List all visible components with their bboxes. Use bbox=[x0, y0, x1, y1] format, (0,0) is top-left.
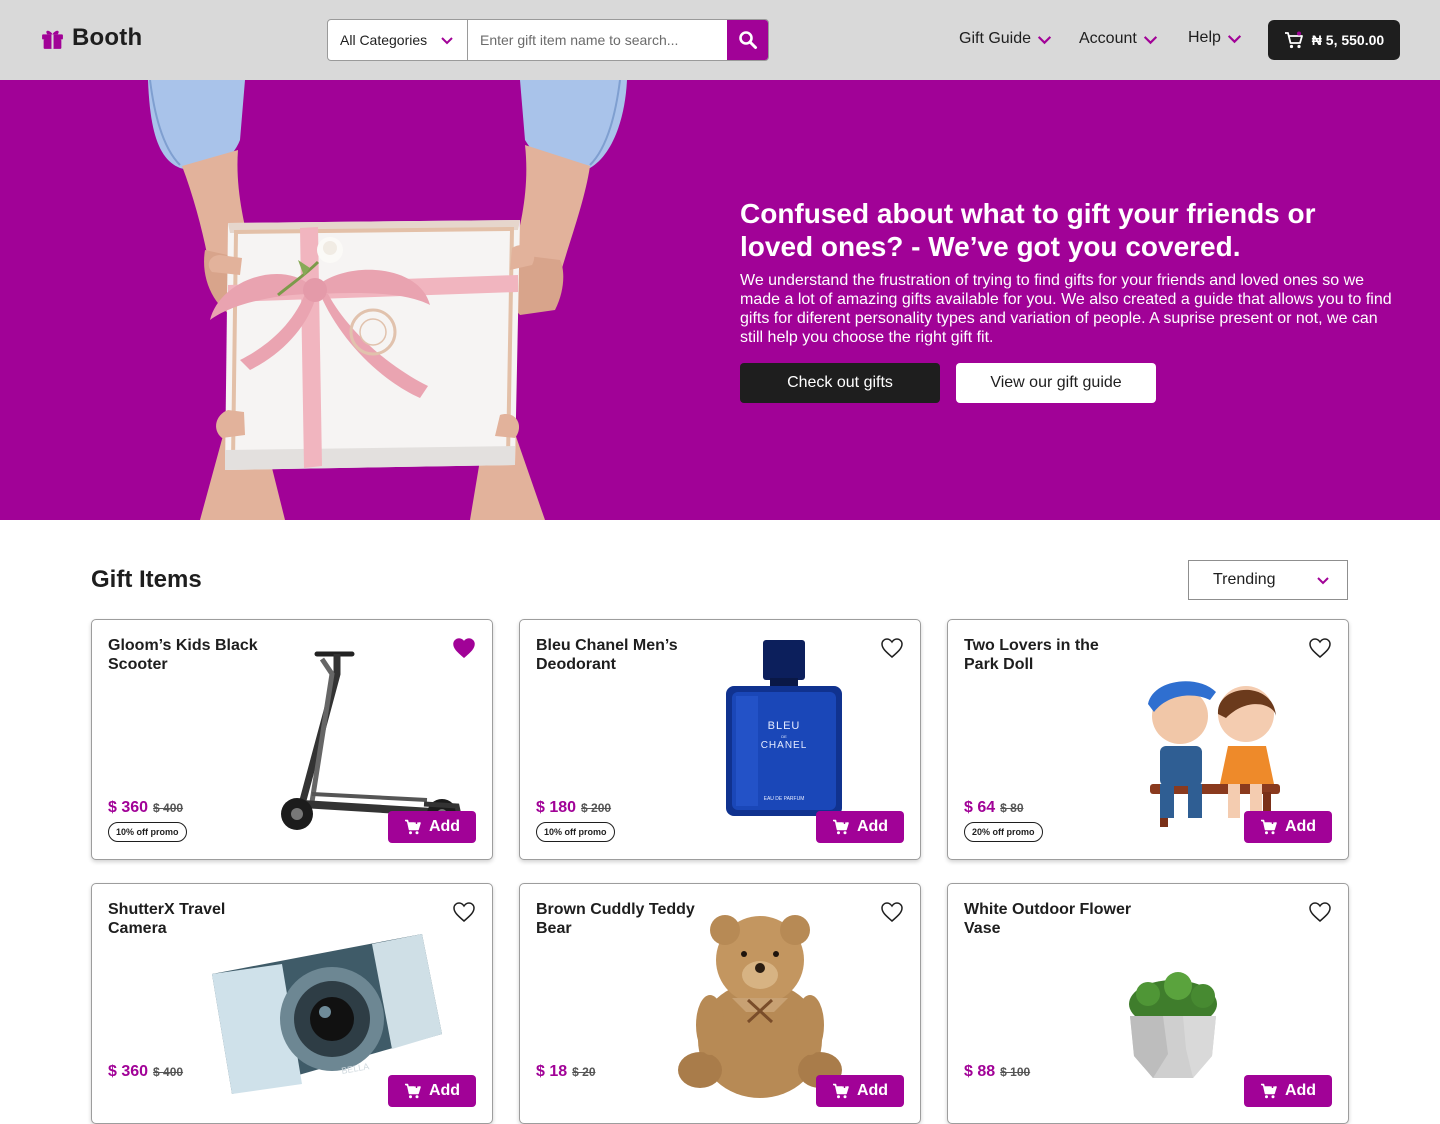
product-title: Gloom’s Kids Black Scooter bbox=[108, 637, 258, 673]
add-to-cart-icon bbox=[1260, 819, 1277, 835]
add-button-label: Add bbox=[856, 1082, 889, 1099]
search-icon bbox=[738, 31, 757, 49]
nav-gift-guide-label: Gift Guide bbox=[959, 30, 1032, 47]
add-button-label: Add bbox=[1284, 1082, 1317, 1099]
price-row: $ 360 $ 400 bbox=[108, 799, 183, 817]
add-to-cart-button[interactable]: Add bbox=[1244, 811, 1332, 843]
heart-icon[interactable] bbox=[880, 636, 904, 660]
product-old-price: $ 400 bbox=[153, 1065, 184, 1079]
product-card[interactable]: White Outdoor Flower Vase $ 88 $ 100 Add bbox=[947, 883, 1349, 1124]
promo-badge: 10% off promo bbox=[108, 822, 187, 842]
price-row: $ 88 $ 100 bbox=[964, 1063, 1030, 1081]
heart-icon[interactable] bbox=[1308, 900, 1332, 924]
cart-total: ₦ 5, 550.00 bbox=[1311, 32, 1385, 48]
product-price: $ 18 bbox=[536, 1063, 568, 1080]
check-out-gifts-button[interactable]: Check out gifts bbox=[740, 363, 940, 403]
add-button-label: Add bbox=[428, 1082, 461, 1099]
heart-icon[interactable] bbox=[452, 636, 476, 660]
add-button-label: Add bbox=[428, 818, 461, 835]
nav-help-label: Help bbox=[1188, 29, 1221, 46]
category-select-value: All Categories bbox=[340, 32, 428, 48]
product-price: $ 64 bbox=[964, 799, 996, 816]
add-to-cart-button[interactable]: Add bbox=[816, 811, 904, 843]
price-row: $ 360 $ 400 bbox=[108, 1063, 183, 1081]
sort-select-value: Trending bbox=[1213, 571, 1276, 588]
add-to-cart-icon bbox=[404, 819, 421, 835]
product-old-price: $ 200 bbox=[581, 801, 612, 815]
perfume-label-bleu: BLEU bbox=[768, 720, 801, 732]
hero-banner: Confused about what to gift your friends… bbox=[0, 80, 1440, 520]
product-price: $ 360 bbox=[108, 1063, 149, 1080]
promo-badge: 20% off promo bbox=[964, 822, 1043, 842]
heart-icon[interactable] bbox=[1308, 636, 1332, 660]
product-card[interactable]: Two Lovers in the Park Doll $ 64 $ 80 20… bbox=[947, 619, 1349, 860]
sort-select[interactable]: Trending bbox=[1188, 560, 1348, 600]
price-row: $ 64 $ 80 bbox=[964, 799, 1024, 817]
chevron-down-icon bbox=[1037, 35, 1052, 44]
product-price: $ 360 bbox=[108, 799, 149, 816]
heart-icon[interactable] bbox=[452, 900, 476, 924]
product-price: $ 180 bbox=[536, 799, 577, 816]
chevron-down-icon bbox=[1143, 35, 1157, 44]
perfume-label-de: DE bbox=[781, 734, 787, 739]
add-button-label: Add bbox=[856, 818, 889, 835]
chevron-down-icon bbox=[1227, 34, 1242, 43]
perfume-label-chanel: CHANEL bbox=[761, 740, 808, 751]
product-price: $ 88 bbox=[964, 1063, 996, 1080]
price-row: $ 18 $ 20 bbox=[536, 1063, 596, 1081]
product-card[interactable]: ShutterX Travel Camera BELLA $ 360 $ 400… bbox=[91, 883, 493, 1124]
product-title: White Outdoor Flower Vase bbox=[964, 901, 1132, 937]
search-input[interactable] bbox=[468, 20, 727, 60]
add-to-cart-button[interactable]: Add bbox=[388, 811, 476, 843]
promo-badge: 10% off promo bbox=[536, 822, 615, 842]
search-button[interactable] bbox=[727, 20, 768, 60]
nav-gift-guide[interactable]: Gift Guide bbox=[959, 30, 1053, 48]
nav-help[interactable]: Help bbox=[1188, 29, 1243, 47]
add-to-cart-icon bbox=[832, 1083, 849, 1099]
gift-items-heading: Gift Items bbox=[91, 566, 202, 593]
top-header: Booth All Categories Gift Guide Account … bbox=[0, 0, 1440, 80]
chevron-down-icon bbox=[1317, 577, 1329, 585]
search-bar: All Categories bbox=[327, 19, 769, 61]
price-row: $ 180 $ 200 bbox=[536, 799, 611, 817]
hero-title: Confused about what to gift your friends… bbox=[740, 198, 1316, 262]
brand-name: Booth bbox=[72, 24, 143, 51]
brand-logo[interactable]: Booth bbox=[40, 24, 142, 52]
cart-icon bbox=[1284, 31, 1303, 49]
view-gift-guide-button[interactable]: View our gift guide bbox=[956, 363, 1156, 403]
cart-button[interactable]: ₦ 5, 550.00 bbox=[1268, 20, 1400, 60]
nav-account-label: Account bbox=[1079, 30, 1137, 47]
product-title: Brown Cuddly Teddy Bear bbox=[536, 901, 695, 937]
hero-gift-box-image bbox=[148, 80, 627, 520]
add-to-cart-icon bbox=[832, 819, 849, 835]
product-card[interactable]: Bleu Chanel Men’s Deodorant BLEU DE CHAN… bbox=[519, 619, 921, 860]
category-select[interactable]: All Categories bbox=[328, 20, 468, 60]
perfume-label-type: EAU DE PARFUM bbox=[764, 796, 805, 802]
product-card[interactable]: Brown Cuddly Teddy Bear $ 18 $ 20 Add bbox=[519, 883, 921, 1124]
product-old-price: $ 20 bbox=[572, 1065, 596, 1079]
add-button-label: Add bbox=[1284, 818, 1317, 835]
product-old-price: $ 400 bbox=[153, 801, 184, 815]
product-card[interactable]: Gloom’s Kids Black Scooter $ 360 $ 400 1… bbox=[91, 619, 493, 860]
heart-icon[interactable] bbox=[880, 900, 904, 924]
flower-vase-image bbox=[1129, 972, 1217, 1078]
product-old-price: $ 100 bbox=[1000, 1065, 1031, 1079]
product-title: ShutterX Travel Camera bbox=[108, 901, 226, 937]
add-to-cart-icon bbox=[404, 1083, 421, 1099]
gift-icon bbox=[42, 30, 63, 49]
product-title: Two Lovers in the Park Doll bbox=[964, 637, 1099, 673]
nav-account[interactable]: Account bbox=[1079, 30, 1159, 48]
chevron-down-icon bbox=[441, 37, 453, 45]
product-old-price: $ 80 bbox=[1000, 801, 1024, 815]
add-to-cart-icon bbox=[1260, 1083, 1277, 1099]
product-title: Bleu Chanel Men’s Deodorant bbox=[536, 637, 678, 673]
hero-description: We understand the frustration of trying … bbox=[740, 272, 1392, 346]
